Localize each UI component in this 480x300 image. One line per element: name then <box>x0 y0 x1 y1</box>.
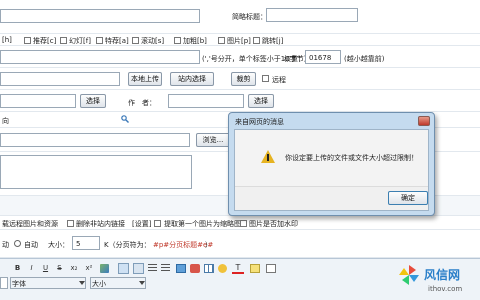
thumbnail-row: 本地上传 站内选择 裁剪 远程 <box>0 68 480 90</box>
tag-row: (','号分开，单个标签小于12字节) 权重： 01678 (越小越靠前) <box>0 46 480 68</box>
dialog-close-button[interactable] <box>418 116 430 126</box>
site-watermark: 风信网 ithov.com <box>398 262 478 298</box>
dialog-body: 你设定要上传的文件或文件大小超过限制！ 确定 <box>234 129 429 211</box>
fullscreen-icon[interactable] <box>266 264 276 273</box>
weight-input[interactable]: 01678 <box>305 50 341 64</box>
browse-button[interactable]: 浏览... <box>196 133 230 147</box>
flag-s: 滚动[s] <box>141 37 165 45</box>
size-label: 大小： <box>48 241 69 249</box>
watermark-site-url: ithov.com <box>428 285 463 293</box>
tags-input[interactable] <box>0 50 200 64</box>
flag-b-checkbox[interactable] <box>174 37 181 44</box>
watermark-label: 图片是否加水印 <box>249 220 298 228</box>
flag-c-checkbox[interactable] <box>24 37 31 44</box>
flag-a-checkbox[interactable] <box>96 37 103 44</box>
flag-j: 跳转[j] <box>262 37 284 45</box>
table-icon[interactable] <box>204 264 214 273</box>
flag-c: 推荐[c] <box>33 37 57 45</box>
extract-checkbox[interactable] <box>154 220 161 227</box>
emoticon-icon[interactable] <box>218 264 227 273</box>
site-select-button[interactable]: 站内选择 <box>170 72 214 86</box>
flag-a: 特荐[a] <box>105 37 129 45</box>
alert-dialog: 来自网页的消息 你设定要上传的文件或文件大小超过限制！ 确定 <box>228 112 435 216</box>
short-title-row: 简略标题： <box>0 0 480 34</box>
author-input[interactable] <box>168 94 244 108</box>
font-select[interactable] <box>10 277 86 289</box>
flag-f-checkbox[interactable] <box>60 37 67 44</box>
flag-j-checkbox[interactable] <box>253 37 260 44</box>
source-input[interactable] <box>0 94 76 108</box>
font-select-chevron-down-icon <box>79 281 85 285</box>
paging-row: 动 自动 大小： 5 K（分页符为： #p#分页标题#e# ） <box>0 230 480 258</box>
dialog-message: 你设定要上传的文件或文件大小超过限制！ <box>285 154 418 162</box>
italic-button[interactable]: I <box>26 262 37 274</box>
flag-f: 幻灯[f] <box>69 37 91 45</box>
align-center-icon[interactable] <box>133 263 144 274</box>
remote-checkbox[interactable] <box>262 75 269 82</box>
crop-button[interactable]: 裁剪 <box>231 72 256 86</box>
flag-p-checkbox[interactable] <box>218 37 225 44</box>
font-color-icon[interactable]: T <box>232 263 244 274</box>
auto-label: 自动 <box>24 241 38 249</box>
delete-links-label: 删除非站内链接 <box>76 220 125 228</box>
select-button-2[interactable]: 选择 <box>248 94 274 108</box>
size-select-chevron-down-icon <box>139 281 145 285</box>
weight-hint: (越小越靠前) <box>344 55 385 63</box>
dialog-title: 来自网页的消息 <box>235 118 284 126</box>
short-title-label: 简略标题： <box>232 13 267 21</box>
category-select[interactable] <box>0 113 116 125</box>
size-input[interactable]: 5 <box>72 236 100 250</box>
title-input-partial[interactable] <box>0 9 200 23</box>
flag-b: 加粗[b] <box>183 37 207 45</box>
short-title-input[interactable] <box>266 8 358 22</box>
author-label: 作 者： <box>128 99 156 107</box>
flash-icon[interactable] <box>190 264 200 273</box>
bg-color-icon[interactable] <box>250 264 260 273</box>
select-button-1[interactable]: 选择 <box>80 94 106 108</box>
page-suffix: ） <box>205 241 212 249</box>
weight-value: 01678 <box>309 54 332 62</box>
underline-button[interactable]: U <box>40 262 51 274</box>
ok-button[interactable]: 确定 <box>388 191 428 205</box>
flag-s-checkbox[interactable] <box>132 37 139 44</box>
style-select-partial[interactable] <box>0 277 8 289</box>
align-left-icon[interactable] <box>118 263 129 274</box>
pinwheel-logo-icon <box>398 264 420 286</box>
size-unit: K（分页符为： <box>104 241 151 249</box>
superscript-button[interactable]: x² <box>83 262 95 274</box>
weight-label: 权重： <box>284 55 305 63</box>
strike-button[interactable]: S <box>54 262 65 274</box>
thumbnail-input[interactable] <box>0 72 120 86</box>
upload-local-button[interactable]: 本地上传 <box>128 72 162 86</box>
flags-row: [h] 推荐[c] 幻灯[f] 特荐[a] 滚动[s] 加粗[b] 图片[p] … <box>0 34 480 46</box>
search-icon[interactable] <box>121 115 129 123</box>
toolbar-row-1: B I U S x₂ x² T <box>0 262 300 276</box>
remove-format-icon[interactable] <box>100 264 109 273</box>
paging-prefix: 动 <box>2 241 9 249</box>
delete-links-checkbox[interactable] <box>67 220 74 227</box>
remote-label: 远程 <box>272 76 286 84</box>
source-author-row: 选择 作 者： 选择 <box>0 90 480 112</box>
image-icon[interactable] <box>176 264 186 273</box>
subscript-button[interactable]: x₂ <box>68 262 80 274</box>
settings-link[interactable]: [设置] <box>132 219 151 229</box>
justify-icon[interactable] <box>161 264 170 273</box>
file-path-input[interactable] <box>0 133 190 147</box>
watermark-site-name: 风信网 <box>424 268 461 282</box>
watermark-checkbox[interactable] <box>240 220 247 227</box>
flag-p: 图片[p] <box>227 37 251 45</box>
extract-label: 提取第一个图片为缩略图 <box>164 220 241 228</box>
align-right-icon[interactable] <box>148 264 157 273</box>
warning-icon-mark <box>267 154 269 161</box>
auto-radio[interactable] <box>14 240 21 247</box>
size-value: 5 <box>76 240 81 248</box>
description-textarea[interactable] <box>0 155 192 189</box>
size-select[interactable] <box>90 277 146 289</box>
flag-h: [h] <box>2 36 12 44</box>
remote-resources-label: 载远程图片和资源 <box>2 220 58 228</box>
bold-button[interactable]: B <box>12 262 23 274</box>
options-row: 载远程图片和资源 删除非站内链接 [设置] 提取第一个图片为缩略图 图片是否加水… <box>0 216 480 230</box>
